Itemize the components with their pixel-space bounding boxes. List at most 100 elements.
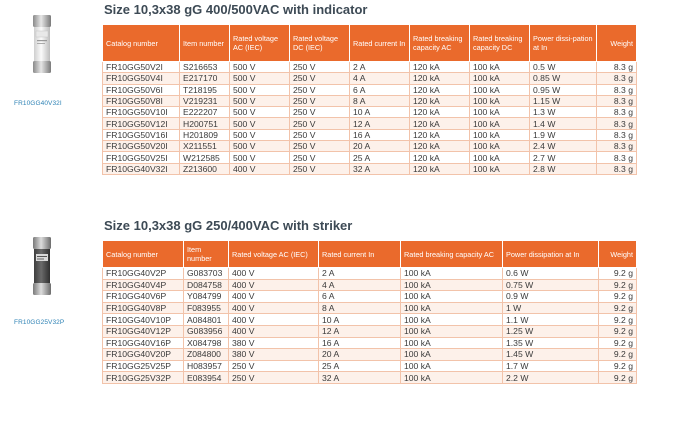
table-cell: 2.4 W [529,140,597,153]
table-cell: 25 A [318,359,401,373]
col-header-power: Power dissipation at In [502,240,599,268]
col-header-current: Rated current In [318,240,401,268]
table-cell: 100 kA [400,359,503,373]
table-cell: 250 V [228,371,319,384]
col-header-voltage-dc: Rated voltage DC (IEC) [289,24,350,62]
section-title-indicator: Size 10,3x38 gG 400/500VAC with indicato… [104,2,368,17]
table-cell: 120 kA [409,151,470,164]
table-cell: G083703 [183,267,229,280]
table-cell: 9.2 g [598,313,637,326]
table-cell: 2.8 W [529,162,597,175]
col-header-breaking-ac: Rated breaking capacity AC [409,24,470,62]
table-cell: 1.1 W [502,313,599,326]
table-cell: 9.2 g [598,267,637,280]
table-cell: 250 V [289,94,350,108]
table-cell: 120 kA [409,60,470,74]
table-cell: 9.2 g [598,290,637,303]
table-cell: 8.3 g [596,60,637,74]
col-header-power: Power dissi-pation at In [529,24,597,62]
col-header-weight: Weight [598,240,637,268]
table-cell: Y084799 [183,290,229,303]
fuse-indicator-image [33,15,51,73]
col-header-weight: Weight [596,24,637,62]
table-cell: 8 A [349,94,410,108]
table-cell: 250 V [228,359,319,373]
table-row: FR10GG25V32P E083954 250 V 32 A 100 kA 2.2 W9… [102,371,637,384]
table-cell: 1.45 W [502,348,599,361]
table-cell: 500 V [229,106,290,119]
table-cell: 100 kA [400,313,503,326]
table-cell: 9.2 g [598,301,637,315]
table-cell: 8 A [318,301,401,315]
fuse-striker-image [33,237,51,295]
col-header-item: Item number [179,24,230,62]
table-cell: FR10GG50V25I [102,151,180,164]
table-row: FR10GG50V16I H201809 500 V 250 V 16 A 120 kA 1… [102,128,637,142]
table-cell: E217170 [179,72,230,85]
table-cell: FR10GG40V2P [102,267,184,280]
table-header-row: Catalog number Item number Rated voltage… [102,240,637,268]
table-cell: 0.85 W [529,72,597,85]
table-cell: 400 V [228,324,319,338]
table-cell: 100 kA [469,140,530,153]
table-cell: 120 kA [409,128,470,142]
table-cell: 250 V [289,162,350,175]
table-cell: 100 kA [469,72,530,85]
table-row: FR10GG50V10I E222207 500 V 250 V 10 A 120 kA 1… [102,106,637,119]
col-header-item: Item number [183,240,229,268]
table-row: FR10GG25V25P H083957 250 V 25 A 100 kA 1.7 W9… [102,359,637,373]
table-cell: D084758 [183,278,229,292]
table-row: FR10GG50V6I T218195 500 V 250 V6 A 120 kA 100… [102,83,637,96]
table-cell: 120 kA [409,106,470,119]
table-cell: 250 V [289,128,350,142]
table-cell: 0.6 W [502,267,599,280]
table-cell: T218195 [179,83,230,96]
table-row: FR10GG50V25I W212585 500 V 250 V 25 A 120 kA 1… [102,151,637,164]
table-cell: 100 kA [400,301,503,315]
table-cell: FR10GG40V32I [102,162,180,175]
table-header-row: Catalog number Item number Rated voltage… [102,24,637,62]
table-cell: 9.2 g [598,348,637,361]
col-header-current: Rated current In [349,24,410,62]
table-cell: Z213600 [179,162,230,175]
table-cell: 2.2 W [502,371,599,384]
table-cell: 1.7 W [502,359,599,373]
table-cell: 250 V [289,140,350,153]
table-cell: 16 A [349,128,410,142]
table-cell: 2 A [318,267,401,280]
fuse-striker-label: FR10GG25V32P [14,319,65,326]
table-cell: H201809 [179,128,230,142]
table-cell: 100 kA [469,94,530,108]
table-cell: 100 kA [400,324,503,338]
table-cell: 16 A [318,336,401,350]
table-cell: 9.2 g [598,278,637,292]
table-cell: 100 kA [469,83,530,96]
table-cell: 1.4 W [529,117,597,130]
table-cell: FR10GG25V25P [102,359,184,373]
table-cell: 8.3 g [596,106,637,119]
table-cell: F083955 [183,301,229,315]
table-cell: G083956 [183,324,229,338]
table-cell: 100 kA [400,267,503,280]
table-cell: 250 V [289,106,350,119]
table-cell: FR10GG50V20I [102,140,180,153]
table-cell: 1.3 W [529,106,597,119]
table-cell: 100 kA [400,290,503,303]
table-cell: 400 V [228,313,319,326]
col-header-breaking-ac: Rated breaking capacity AC [400,240,503,268]
table-cell: 6 A [349,83,410,96]
table-cell: 1.25 W [502,324,599,338]
table-cell: FR10GG40V12P [102,324,184,338]
table-cell: 10 A [318,313,401,326]
table-cell: 1.15 W [529,94,597,108]
table-cell: S216653 [179,60,230,74]
table-row: FR10GG40V10P A084801 400 V 10 A 100 kA 1.1 W9… [102,313,637,326]
table-cell: 100 kA [469,128,530,142]
table-cell: 500 V [229,117,290,130]
table-cell: 4 A [318,278,401,292]
table-cell: 9.2 g [598,336,637,350]
table-cell: 6 A [318,290,401,303]
table-cell: 120 kA [409,83,470,96]
table-cell: 100 kA [469,151,530,164]
table-cell: 500 V [229,151,290,164]
